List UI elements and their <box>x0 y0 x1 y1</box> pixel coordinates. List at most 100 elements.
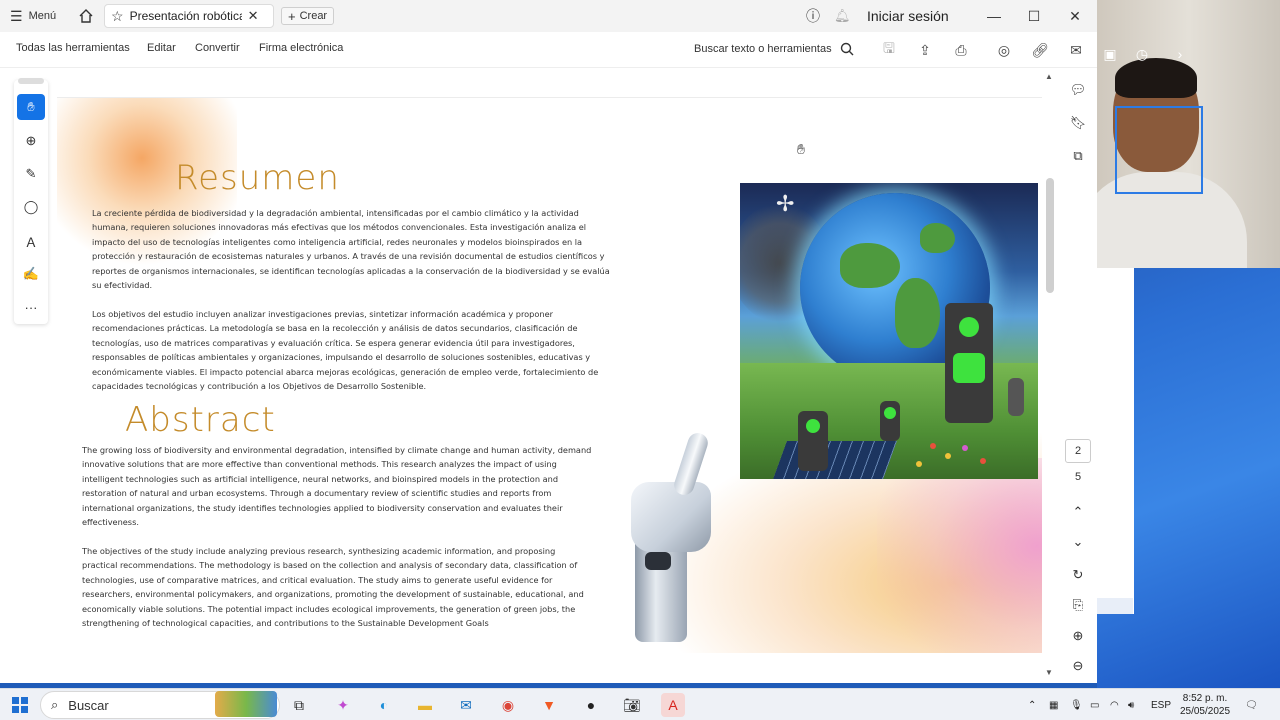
close-window-button[interactable]: ✕ <box>1055 0 1095 32</box>
battery-icon[interactable]: ▭ <box>1090 689 1099 720</box>
resumen-paragraph-2: Los objetivos del estudio incluyen anali… <box>92 309 599 392</box>
tab-title: Presentación robótica... <box>129 9 242 23</box>
scroll-up-icon[interactable]: ▲ <box>1045 72 1053 81</box>
microphone-icon[interactable]: 🎙︎ <box>1070 689 1083 720</box>
comment-tool-button[interactable]: ⊕ <box>17 128 45 154</box>
brave-icon[interactable]: ▼ <box>537 693 561 717</box>
camera-icon[interactable]: 📷︎ <box>620 693 644 717</box>
abstract-paragraph-2: The objectives of the study include anal… <box>82 546 584 629</box>
windows-logo-icon <box>12 697 28 713</box>
hand-tool-button[interactable]: ✋︎ <box>17 94 45 120</box>
left-tool-rail: ✋︎ ⊕ ✎ ◯ Ａ ✍ ··· <box>14 78 48 324</box>
document-page: Resumen La creciente pérdida de biodiver… <box>57 97 1042 653</box>
notifications-center-icon[interactable]: 🗨︎ <box>1245 689 1258 720</box>
pages-icon[interactable]: ⧉ <box>1067 145 1089 167</box>
robot-hand-palm <box>631 482 711 552</box>
file-explorer-icon[interactable]: ▬ <box>413 693 437 717</box>
wind-turbine-icon: ✢ <box>776 191 795 216</box>
acrobat-icon[interactable]: A <box>661 693 685 717</box>
copilot-icon[interactable]: ✦ <box>331 693 355 717</box>
robot-figure-small <box>798 411 828 471</box>
sign-in-link[interactable]: Iniciar sesión <box>867 0 949 32</box>
print-icon[interactable]: ⎙ <box>951 40 971 60</box>
page-fit-icon[interactable]: ⎘ <box>1067 594 1089 616</box>
star-icon[interactable]: ☆ <box>111 8 124 25</box>
windows-start-icon[interactable] <box>8 693 32 717</box>
robot-figure-tiny <box>880 401 900 441</box>
earth-robots-illustration: ✢ <box>740 183 1038 479</box>
minimize-button[interactable]: — <box>974 0 1014 32</box>
taskbar-search-label: Buscar <box>68 697 109 713</box>
browser-window: ☰ Menú ☆ Presentación robótica... ✕ + Cr… <box>0 0 1097 683</box>
hamburger-icon: ☰ <box>10 7 23 24</box>
edit-link[interactable]: Editar <box>147 42 176 54</box>
camera-timer-icon[interactable]: ◷ <box>1131 44 1153 64</box>
close-tab-icon[interactable]: ✕ <box>248 8 259 24</box>
clock-date: 25/05/2025 <box>1179 706 1231 717</box>
robot-hand-image <box>623 430 733 642</box>
camera-next-icon[interactable]: › <box>1169 44 1191 64</box>
rail-grip <box>18 78 44 84</box>
scroll-down-icon[interactable]: ▼ <box>1045 668 1053 677</box>
volume-icon[interactable]: 🔊︎ <box>1128 689 1134 720</box>
create-label: Crear <box>299 10 328 22</box>
zoom-out-icon[interactable]: ⊖ <box>1067 655 1089 677</box>
more-tools-button[interactable]: ··· <box>17 294 45 320</box>
abstract-heading: Abstract <box>125 400 276 440</box>
zoom-in-icon[interactable]: ⊕ <box>1067 625 1089 647</box>
maximize-button[interactable]: ☐ <box>1014 0 1054 32</box>
robot-figure-large <box>945 303 993 423</box>
webcam-feed: ▣ ◷ › <box>1097 0 1280 268</box>
hand-cursor-icon: ✋︎ <box>797 141 805 157</box>
edge-icon[interactable]: ◐ <box>372 693 396 717</box>
resumen-paragraph-1: La creciente pérdida de biodiversidad y … <box>92 208 610 291</box>
camera-hdr-icon[interactable]: ▣ <box>1099 44 1121 64</box>
wifi-icon[interactable]: ◠ <box>1110 689 1119 720</box>
next-page-icon[interactable]: ⌄ <box>1067 531 1089 553</box>
menu-label: Menú <box>28 10 57 22</box>
plus-icon: + <box>288 8 296 24</box>
chrome-icon[interactable]: ◉ <box>496 693 520 717</box>
webcam-person-hair <box>1115 58 1197 98</box>
previous-page-icon[interactable]: ⌃ <box>1067 501 1089 523</box>
notifications-button[interactable]: 🔔︎ <box>834 0 851 32</box>
total-pages: 5 <box>1074 471 1082 483</box>
rotate-icon[interactable]: ↻ <box>1067 564 1089 586</box>
vertical-scrollbar[interactable]: ▲ ▼ <box>1043 68 1057 683</box>
robot-hand-joint <box>645 552 671 570</box>
search-highlight-art[interactable] <box>215 691 277 717</box>
bookmarks-icon[interactable]: 🔖︎ <box>1067 112 1089 134</box>
menu-button[interactable]: ☰ Menú <box>10 0 56 32</box>
upload-icon[interactable]: ⇪ <box>915 40 935 60</box>
lasso-tool-button[interactable]: ◯ <box>17 194 45 220</box>
title-bar: ☰ Menú ☆ Presentación robótica... ✕ + Cr… <box>0 0 1097 32</box>
current-page-input[interactable]: 2 <box>1065 439 1091 463</box>
document-tab[interactable]: ☆ Presentación robótica... ✕ <box>104 4 274 28</box>
task-view-icon[interactable]: ⧉ <box>287 693 311 717</box>
share-icon[interactable]: ◎ <box>994 40 1014 60</box>
scroll-thumb[interactable] <box>1046 178 1054 293</box>
email-icon[interactable]: ✉ <box>1066 40 1086 60</box>
create-button[interactable]: + Crear <box>281 7 335 25</box>
link-icon[interactable]: 🔗︎ <box>1030 40 1050 60</box>
text-tool-button[interactable]: Ａ <box>17 228 45 254</box>
clock[interactable]: 8:52 p. m. 25/05/2025 <box>1178 689 1232 720</box>
taskbar: ⌕ Buscar ⧉ ✦ ◐ ▬ ✉ ◉ ▼ ● 📷︎ A ⌃ ▦ 🎙︎ ▭ ◠… <box>0 688 1280 720</box>
help-button[interactable]: ⓘ <box>806 0 820 32</box>
home-button[interactable] <box>76 0 96 32</box>
app-icon[interactable]: ● <box>579 693 603 717</box>
tray-overflow-icon[interactable]: ⌃ <box>1028 689 1036 720</box>
comments-icon[interactable]: 💬︎ <box>1067 79 1089 101</box>
tray-app-icon[interactable]: ▦ <box>1049 689 1058 720</box>
convert-link[interactable]: Convertir <box>195 42 240 54</box>
esign-link[interactable]: Firma electrónica <box>259 42 343 54</box>
language-indicator[interactable]: ESP <box>1151 689 1171 720</box>
search-tools-button[interactable]: Buscar texto o herramientas <box>694 42 854 56</box>
search-icon <box>840 42 854 56</box>
toolbar: Todas las herramientas Editar Convertir … <box>0 32 1097 68</box>
outlook-icon[interactable]: ✉ <box>454 693 478 717</box>
sign-tool-button[interactable]: ✍ <box>17 261 45 287</box>
all-tools-link[interactable]: Todas las herramientas <box>16 42 130 54</box>
save-icon[interactable]: 🖫 <box>879 40 899 60</box>
highlight-tool-button[interactable]: ✎ <box>17 161 45 187</box>
